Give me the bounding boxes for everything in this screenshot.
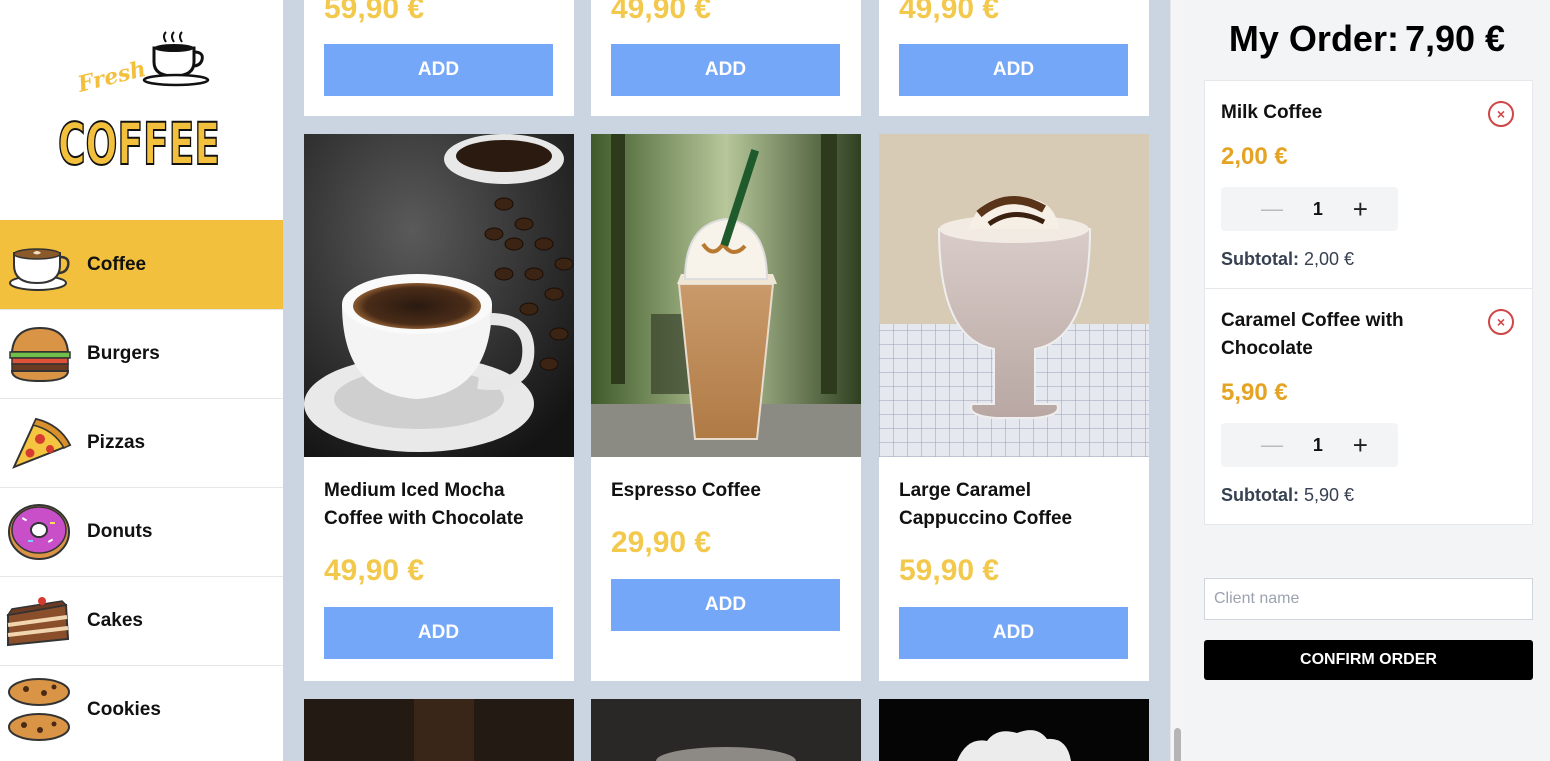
subtotal-label: Subtotal: [1221,485,1299,505]
product-name: Espresso Coffee [611,480,761,501]
product-image [591,699,861,761]
remove-item-icon[interactable]: × [1488,101,1514,127]
donut-icon [6,499,72,565]
increment-button[interactable]: + [1353,194,1368,225]
order-item: Milk Coffee × 2,00 € — 1 + Subtotal: 2,0… [1205,81,1532,289]
product-grid: 59,90 € ADD 49,90 € ADD 49,90 € ADD Medi… [283,0,1170,761]
product-name: Large Caramel Cappuccino Coffee [899,480,1073,529]
cake-slice-icon [6,588,72,654]
order-panel: My Order: 7,90 € Milk Coffee × 2,00 € — 1… [1184,0,1550,761]
category-label: Cakes [87,610,143,631]
product-image [879,134,1149,457]
category-label: Pizzas [87,432,146,453]
pizza-slice-icon [6,410,72,476]
product-price: 49,90 € [324,554,425,587]
order-title-label: My Order: [1228,18,1399,59]
category-cookies[interactable]: Cookies [0,665,283,754]
order-total: 7,90 € [1404,18,1506,59]
category-label: Donuts [87,521,153,542]
product-image [304,699,574,761]
product-price: 59,90 € [899,554,1000,587]
grid-scrollbar[interactable] [1170,0,1184,761]
order-item-price: 5,90 € [1221,379,1288,406]
confirm-order-button[interactable]: CONFIRM ORDER [1204,640,1533,680]
coffee-cup-icon [6,232,72,298]
add-button[interactable]: ADD [324,607,553,659]
category-pizzas[interactable]: Pizzas [0,398,283,487]
quantity-value: 1 [1312,434,1323,455]
product-card: Large Caramel Cappuccino Coffee 59,90 € … [879,134,1149,681]
sidebar: Fresh COFFEE Coffee Burgers Pizzas Donut… [0,0,283,761]
category-label: Burgers [87,343,160,364]
subtotal-value: 5,90 € [1304,485,1355,505]
category-burgers[interactable]: Burgers [0,309,283,398]
category-donuts[interactable]: Donuts [0,487,283,576]
product-price: 59,90 € [324,0,425,25]
order-items-list: Milk Coffee × 2,00 € — 1 + Subtotal: 2,0… [1204,80,1533,525]
scrollbar-thumb[interactable] [1174,728,1181,761]
category-coffee[interactable]: Coffee [0,220,283,309]
product-card [591,699,861,761]
burger-icon [6,321,72,387]
logo-main-text: COFFEE [58,110,220,175]
category-label: Coffee [87,254,147,275]
product-card: 59,90 € ADD [304,0,574,116]
product-image [304,134,574,457]
add-button[interactable]: ADD [324,44,553,96]
cookies-icon [6,677,72,743]
product-price: 49,90 € [899,0,1000,25]
quantity-value: 1 [1312,198,1323,219]
category-label: Cookies [87,699,161,720]
fresh-coffee-logo: Fresh COFFEE [54,30,224,179]
decrement-button[interactable]: — [1261,196,1283,222]
category-cakes[interactable]: Cakes [0,576,283,665]
product-card [304,699,574,761]
product-card: Espresso Coffee 29,90 € ADD [591,134,861,681]
product-card: 49,90 € ADD [879,0,1149,116]
category-list: Coffee Burgers Pizzas Donuts Cakes Cooki… [0,220,283,754]
product-card: Medium Iced Mocha Coffee with Chocolate … [304,134,574,681]
add-button[interactable]: ADD [611,44,840,96]
product-image [591,134,861,457]
add-button[interactable]: ADD [899,44,1128,96]
decrement-button[interactable]: — [1261,432,1283,458]
order-item-name: Caramel Coffee with Chocolate [1221,310,1404,359]
order-item-price: 2,00 € [1221,143,1288,170]
product-price: 29,90 € [611,526,712,559]
order-item-subtotal: Subtotal: 2,00 € [1221,249,1516,270]
client-name-input[interactable] [1204,578,1533,620]
product-name: Medium Iced Mocha Coffee with Chocolate [324,480,524,529]
product-image [879,699,1149,761]
quantity-stepper: — 1 + [1221,423,1398,467]
order-item: Caramel Coffee with Chocolate × 5,90 € —… [1205,289,1532,524]
order-item-name: Milk Coffee [1221,102,1323,123]
order-item-subtotal: Subtotal: 5,90 € [1221,485,1516,506]
logo-script-text: Fresh [74,56,148,98]
remove-item-icon[interactable]: × [1488,309,1514,335]
increment-button[interactable]: + [1353,430,1368,461]
product-card [879,699,1149,761]
product-price: 49,90 € [611,0,712,25]
subtotal-value: 2,00 € [1304,249,1355,269]
product-card: 49,90 € ADD [591,0,861,116]
order-title: My Order: 7,90 € [1184,18,1550,60]
subtotal-label: Subtotal: [1221,249,1299,269]
add-button[interactable]: ADD [899,607,1128,659]
add-button[interactable]: ADD [611,579,840,631]
quantity-stepper: — 1 + [1221,187,1398,231]
